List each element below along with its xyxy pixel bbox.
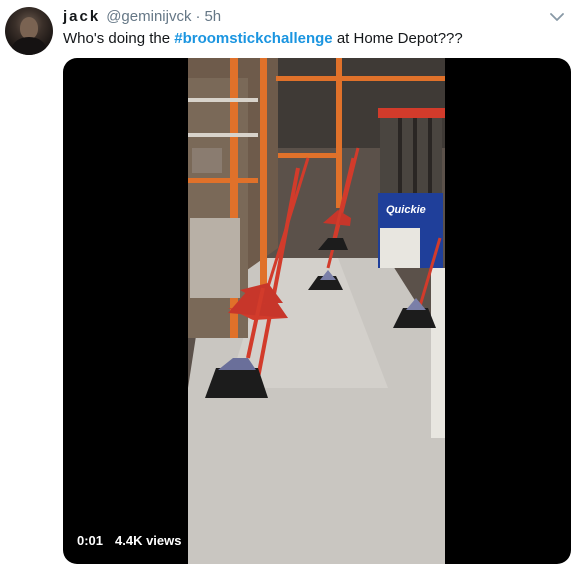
chevron-down-icon[interactable]	[548, 8, 566, 26]
video-player[interactable]: Quickie 0:01 4.4K views	[63, 58, 571, 564]
tweet-text: Who's doing the #broomstickchallenge at …	[63, 29, 463, 49]
video-duration: 0:01	[71, 530, 110, 552]
tweet[interactable]: jack @geminijvck · 5h Who's doing the #b…	[0, 0, 578, 569]
video-frame: Quickie	[188, 58, 445, 564]
hashtag-link[interactable]: #broomstickchallenge	[174, 30, 332, 47]
tweet-header: jack @geminijvck · 5h	[63, 8, 221, 28]
quickie-sign: Quickie	[386, 204, 426, 216]
tweet-timestamp[interactable]: 5h	[204, 8, 221, 25]
author-name[interactable]: jack	[63, 8, 100, 25]
avatar[interactable]	[5, 7, 53, 55]
author-handle[interactable]: @geminijvck	[106, 8, 191, 25]
tweet-text-before: Who's doing the	[63, 30, 175, 47]
video-view-count: 4.4K views	[109, 530, 188, 552]
separator-dot: ·	[195, 8, 201, 25]
tweet-text-after: at Home Depot???	[332, 30, 463, 47]
avatar-face	[20, 17, 38, 39]
avatar-body	[12, 37, 46, 55]
